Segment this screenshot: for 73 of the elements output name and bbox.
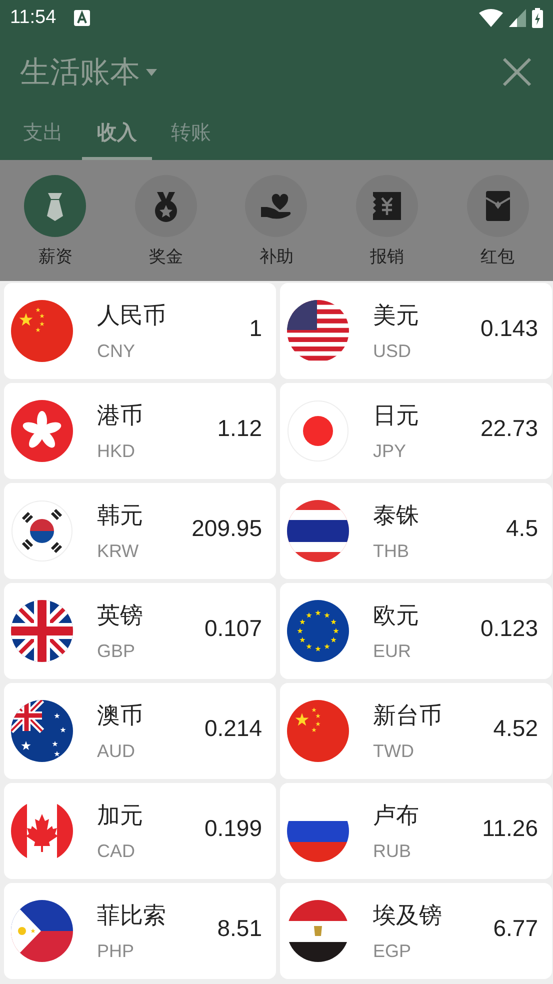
exchange-rate: 0.123 <box>480 614 538 642</box>
currency-code: HKD <box>97 441 136 462</box>
currency-card[interactable]: 韩元 KRW 209.95 <box>4 483 276 579</box>
currency-card[interactable]: 人民币 CNY 1 <box>4 283 276 379</box>
exchange-rate: 4.5 <box>506 514 538 542</box>
category-button[interactable]: 报销 <box>332 160 442 281</box>
currency-name: 美元 <box>373 302 419 331</box>
flag-icon <box>11 500 73 562</box>
currency-name: 韩元 <box>97 502 143 531</box>
currency-name: 埃及镑 <box>373 902 442 931</box>
flag-icon <box>287 400 349 462</box>
currency-code: EGP <box>373 941 412 962</box>
currency-code: USD <box>373 341 412 362</box>
currency-name: 新台币 <box>373 702 442 731</box>
currency-card[interactable]: 日元 JPY 22.73 <box>280 383 552 479</box>
currency-code: GBP <box>97 641 136 662</box>
caret-icon[interactable] <box>146 68 157 76</box>
currency-code: KRW <box>97 541 140 562</box>
currency-name: 澳币 <box>97 702 143 731</box>
flag-icon <box>287 300 349 362</box>
exchange-rate: 1.12 <box>217 414 262 442</box>
currency-card[interactable]: 加元 CAD 0.199 <box>4 783 276 879</box>
exchange-rate: 22.73 <box>480 414 538 442</box>
category-button[interactable]: 薪资 <box>0 160 111 281</box>
currency-code: CAD <box>97 841 136 862</box>
currency-card[interactable]: 澳币 AUD 0.214 <box>4 683 276 779</box>
exchange-rate: 0.143 <box>480 314 538 342</box>
exchange-rate: 8.51 <box>217 914 262 942</box>
battery-icon <box>532 8 543 28</box>
currency-card[interactable]: 新台币 TWD 4.52 <box>280 683 552 779</box>
exchange-rate: 0.214 <box>204 714 262 742</box>
exchange-rate: 11.26 <box>482 814 538 842</box>
currency-card[interactable]: 美元 USD 0.143 <box>280 283 552 379</box>
signal-icon <box>509 9 526 27</box>
exchange-rate: 0.107 <box>204 614 262 642</box>
category-button[interactable]: 奖金 <box>110 160 222 281</box>
currency-code: AUD <box>97 741 136 762</box>
currency-name: 欧元 <box>373 602 419 631</box>
currency-card[interactable]: 欧元 EUR 0.123 <box>280 583 552 679</box>
currency-card[interactable]: 卢布 RUB 11.26 <box>280 783 552 879</box>
currency-name: 港币 <box>97 402 143 431</box>
exchange-rate: 0.199 <box>204 814 262 842</box>
currency-name: 加元 <box>97 802 143 831</box>
flag-icon <box>11 900 73 962</box>
currency-card[interactable]: 埃及镑 EGP 6.77 <box>280 883 552 979</box>
category-button[interactable]: 补助 <box>221 160 332 281</box>
currency-name: 人民币 <box>97 302 166 331</box>
currency-name: 泰铢 <box>373 502 419 531</box>
currency-code: TWD <box>373 741 415 762</box>
currency-code: EUR <box>373 641 412 662</box>
currency-name: 菲比索 <box>97 902 166 931</box>
currency-name: 英镑 <box>97 602 143 631</box>
exchange-rate: 4.52 <box>493 714 538 742</box>
currency-code: PHP <box>97 941 136 962</box>
exchange-rate: 209.95 <box>192 514 262 542</box>
status-time: 11:54 <box>10 7 56 29</box>
currency-code: CNY <box>97 341 136 362</box>
exchange-rate: 6.77 <box>493 914 538 942</box>
wifi-icon <box>479 9 503 27</box>
close-button[interactable] <box>501 56 533 88</box>
currency-card[interactable]: 英镑 GBP 0.107 <box>4 583 276 679</box>
exchange-rate: 1 <box>249 314 262 342</box>
keyboard-icon <box>74 10 90 26</box>
currency-card[interactable]: 泰铢 THB 4.5 <box>280 483 552 579</box>
currency-code: JPY <box>373 441 408 462</box>
currency-name: 卢布 <box>373 802 419 831</box>
currency-code: RUB <box>373 841 412 862</box>
category-button[interactable]: 红包 <box>442 160 553 281</box>
currency-card[interactable]: 菲比索 PHP 8.51 <box>4 883 276 979</box>
currency-name: 日元 <box>373 402 419 431</box>
currency-code: THB <box>373 541 410 562</box>
flag-icon <box>287 900 349 962</box>
currency-card[interactable]: 港币 HKD 1.12 <box>4 383 276 479</box>
